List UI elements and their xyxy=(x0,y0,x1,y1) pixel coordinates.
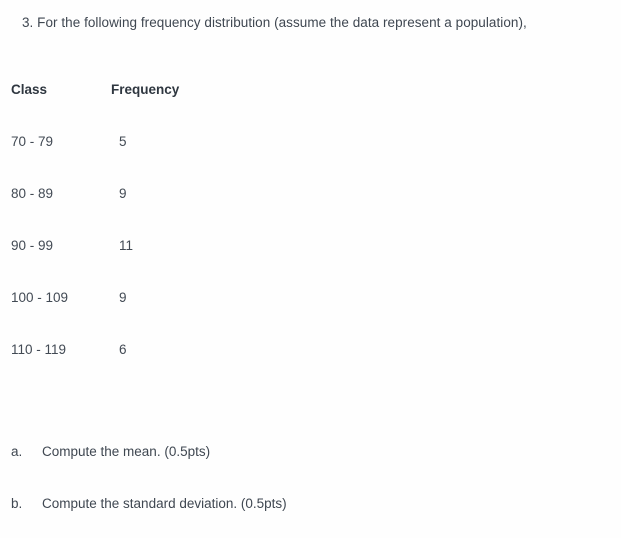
column-header-class: Class xyxy=(11,82,48,97)
table-header-row: Class Frequency xyxy=(11,82,239,134)
table-body: 70 - 79 5 80 - 89 9 90 - 99 11 100 - 109… xyxy=(11,134,239,394)
cell-class: 80 - 89 xyxy=(11,186,54,201)
subquestion-list: a. Compute the mean. (0.5pts) b. Compute… xyxy=(11,443,591,547)
subquestion-marker: b. xyxy=(11,496,23,511)
cell-frequency: 5 xyxy=(119,134,127,149)
table-row: 70 - 79 5 xyxy=(11,134,239,186)
frequency-distribution-table: Class Frequency 70 - 79 5 80 - 89 9 90 -… xyxy=(11,82,239,394)
cell-frequency: 6 xyxy=(119,342,127,357)
cell-class: 110 - 119 xyxy=(11,342,67,357)
question-prompt: 3. For the following frequency distribut… xyxy=(22,15,527,30)
table-header: Class Frequency xyxy=(11,82,239,134)
subquestion-text: Compute the mean. (0.5pts) xyxy=(42,444,211,459)
table-row: 110 - 119 6 xyxy=(11,342,239,394)
cell-class: 100 - 109 xyxy=(11,290,69,305)
subquestion-marker: a. xyxy=(11,444,23,459)
document-page: 3. For the following frequency distribut… xyxy=(0,0,621,538)
cell-frequency: 9 xyxy=(119,290,127,305)
cell-class: 90 - 99 xyxy=(11,238,54,253)
table-row: 90 - 99 11 xyxy=(11,238,239,290)
cell-frequency: 11 xyxy=(119,238,134,253)
column-header-frequency: Frequency xyxy=(111,82,180,97)
cell-frequency: 9 xyxy=(119,186,127,201)
subquestion-item-a: a. Compute the mean. (0.5pts) xyxy=(11,443,591,495)
table-row: 100 - 109 9 xyxy=(11,290,239,342)
cell-class: 70 - 79 xyxy=(11,134,54,149)
table-row: 80 - 89 9 xyxy=(11,186,239,238)
subquestion-text: Compute the standard deviation. (0.5pts) xyxy=(42,496,287,511)
subquestion-item-b: b. Compute the standard deviation. (0.5p… xyxy=(11,495,591,547)
